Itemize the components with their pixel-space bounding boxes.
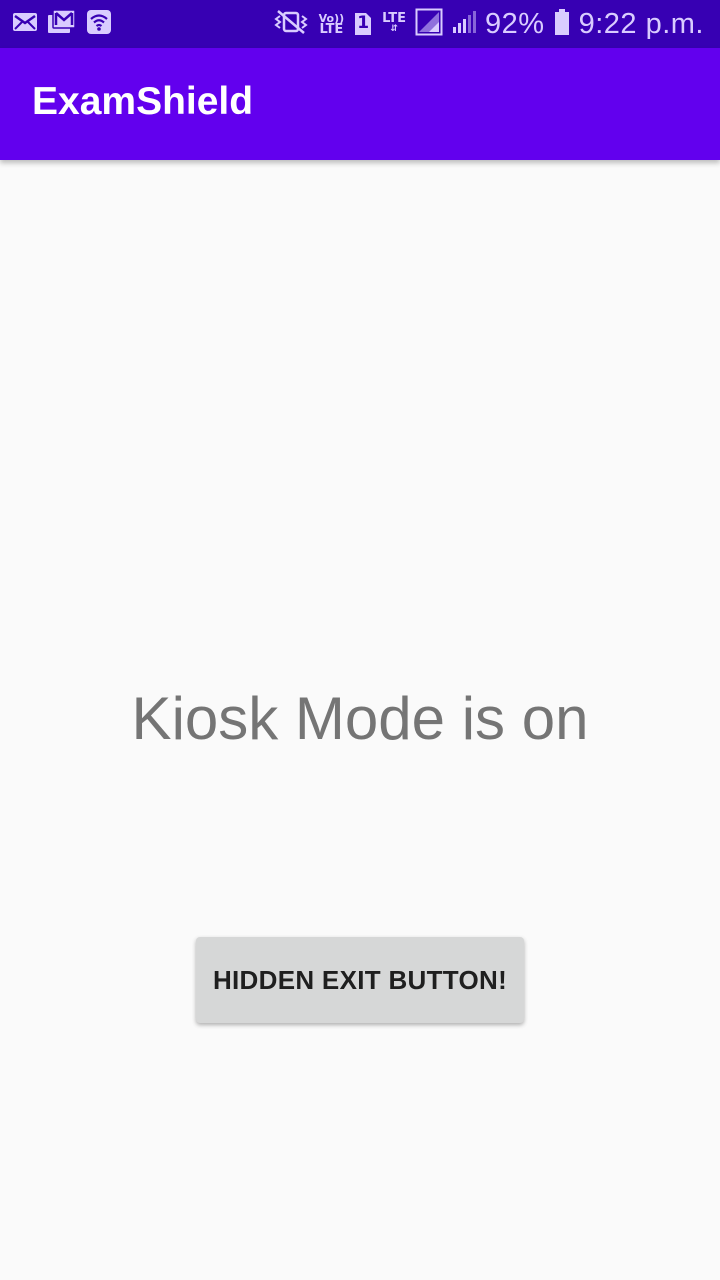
sim-number: 1 xyxy=(357,13,370,33)
data-arrows-icon: ⇵ xyxy=(390,24,398,34)
gmail-icon xyxy=(48,8,76,40)
system-status-icons: Vo)) LTE 1 LTE ⇵ 92% 9:22 p.m. xyxy=(272,6,704,42)
vibrate-icon xyxy=(272,8,310,41)
lte-label: LTE xyxy=(382,11,407,26)
clock: 9:22 p.m. xyxy=(578,7,704,40)
wifi-hotspot-icon xyxy=(86,9,112,40)
volte-icon: Vo)) LTE xyxy=(319,13,345,37)
kiosk-mode-message: Kiosk Mode is on xyxy=(131,685,589,752)
hidden-exit-button[interactable]: HIDDEN EXIT BUTTON! xyxy=(196,937,524,1023)
sim-1-icon: 1 xyxy=(353,11,373,37)
app-title: ExamShield xyxy=(32,80,254,123)
email-icon xyxy=(12,11,38,38)
app-bar: ExamShield xyxy=(0,48,720,160)
signal-sim2-icon xyxy=(452,10,477,39)
battery-icon xyxy=(554,8,570,41)
signal-sim1-icon xyxy=(415,8,443,41)
battery-percentage: 92% xyxy=(485,7,545,40)
lte-data-icon: LTE ⇵ xyxy=(382,11,407,35)
status-bar: Vo)) LTE 1 LTE ⇵ 92% 9:22 p.m. xyxy=(0,0,720,48)
volte-bottom-label: LTE xyxy=(319,22,344,37)
notification-icons xyxy=(12,8,112,40)
